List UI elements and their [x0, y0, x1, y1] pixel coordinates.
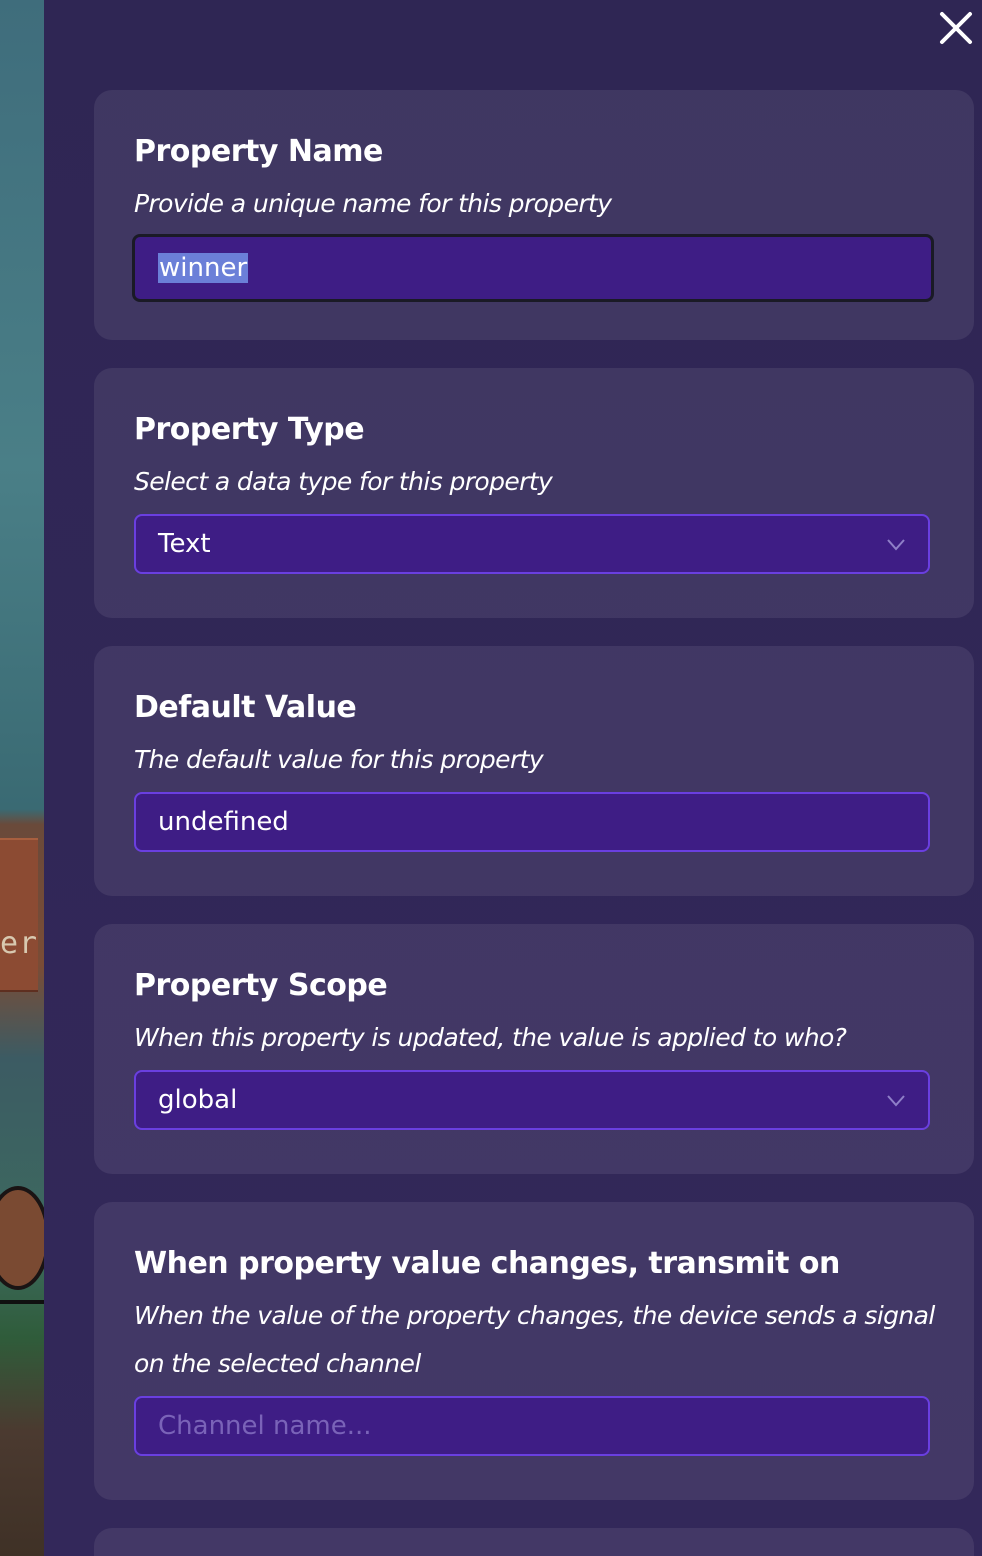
default-value-input[interactable]: undefined — [134, 792, 930, 852]
background-sign — [0, 838, 38, 992]
close-icon — [940, 12, 972, 44]
channel-name-input[interactable]: Channel name... — [134, 1396, 930, 1456]
property-name-description: Provide a unique name for this property — [134, 189, 612, 218]
next-section — [94, 1528, 974, 1556]
property-type-section: Property Type Select a data type for thi… — [94, 368, 974, 618]
property-name-section: Property Name Provide a unique name for … — [94, 90, 974, 340]
chevron-down-icon — [887, 539, 905, 551]
channel-name-placeholder: Channel name... — [158, 1411, 372, 1441]
property-scope-section: Property Scope When this property is upd… — [94, 924, 974, 1174]
default-value-section: Default Value The default value for this… — [94, 646, 974, 896]
property-name-title: Property Name — [134, 134, 383, 169]
default-value-value: undefined — [158, 807, 289, 837]
chevron-down-icon — [887, 1095, 905, 1107]
transmit-channel-description-line2: on the selected channel — [134, 1349, 421, 1378]
property-type-selected: Text — [158, 529, 211, 559]
background-character — [0, 1186, 50, 1290]
property-type-dropdown[interactable]: Text — [134, 514, 930, 574]
background-ground-line — [0, 1300, 44, 1304]
property-name-input[interactable]: winner — [132, 234, 934, 302]
default-value-description: The default value for this property — [134, 745, 544, 774]
default-value-title: Default Value — [134, 690, 357, 725]
background-game-scene: er — [0, 0, 50, 1556]
property-settings-panel: Property Name Provide a unique name for … — [44, 0, 982, 1556]
transmit-channel-section: When property value changes, transmit on… — [94, 1202, 974, 1500]
property-type-description: Select a data type for this property — [134, 467, 553, 496]
background-sign-text: er — [0, 926, 39, 961]
transmit-channel-title: When property value changes, transmit on — [134, 1246, 840, 1281]
property-type-title: Property Type — [134, 412, 365, 447]
property-scope-title: Property Scope — [134, 968, 388, 1003]
property-name-value: winner — [158, 253, 249, 283]
transmit-channel-description-line1: When the value of the property changes, … — [134, 1301, 935, 1330]
property-scope-dropdown[interactable]: global — [134, 1070, 930, 1130]
property-scope-selected: global — [158, 1085, 238, 1115]
close-button[interactable] — [934, 6, 978, 50]
property-scope-description: When this property is updated, the value… — [134, 1023, 847, 1052]
